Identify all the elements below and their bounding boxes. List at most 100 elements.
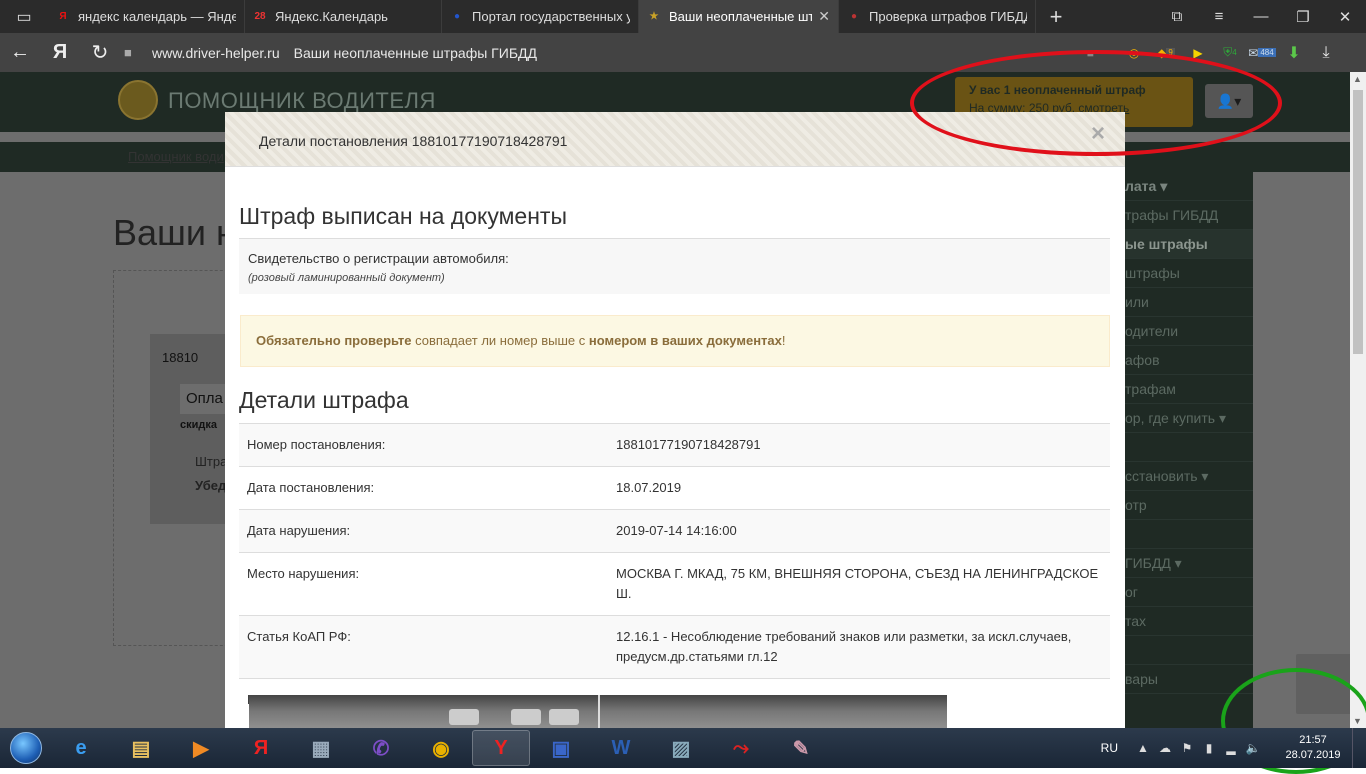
tray-cloud-icon[interactable]: ☁	[1154, 741, 1176, 755]
taskbar-app-save-disk-icon[interactable]: ▣	[532, 730, 590, 766]
taskbar-app-viber-icon[interactable]: ✆	[352, 730, 410, 766]
recaptcha-badge[interactable]	[1296, 654, 1350, 714]
page-title: Ваши н	[113, 212, 236, 253]
detail-value: 2019-07-14 14:16:00	[608, 509, 1110, 553]
side-menu-item[interactable]	[1125, 636, 1253, 665]
windows-taskbar: e ▤ ▶ Я ▦ ✆ ◉ Y ▣ W ▨ ⤳ ✎ RU ▲ ☁ ⚑ ▮ ▂ 🔈 21:57 28.07…	[0, 728, 1366, 768]
close-tab-icon[interactable]: ✕	[812, 8, 830, 25]
tab-favicon-icon: 28	[254, 11, 266, 22]
browser-tab[interactable]: ● Проверка штрафов ГИБДД	[839, 0, 1036, 33]
extension-download-arrow-icon[interactable]: ⬇	[1278, 42, 1310, 64]
language-indicator[interactable]: RU	[1101, 741, 1118, 755]
user-menu-button[interactable]: 👤▾	[1205, 84, 1253, 118]
downloads-icon[interactable]: ⤓	[1310, 42, 1342, 64]
side-menu-item[interactable]: штрафы	[1125, 259, 1253, 288]
extension-target-icon[interactable]: ◎	[1118, 42, 1150, 64]
breadcrumb[interactable]: Помощник води	[128, 149, 224, 164]
yandex-home-icon[interactable]: Я	[40, 33, 80, 72]
taskbar-app-photo-viewer-icon[interactable]: ▨	[652, 730, 710, 766]
taskbar-app-media-player-icon[interactable]: ▶	[172, 730, 230, 766]
volume-icon[interactable]: 🔈	[1242, 741, 1264, 755]
tabs-overview-icon[interactable]: ⧉	[1156, 8, 1198, 25]
tab-title: Яндекс.Календарь	[275, 9, 388, 24]
bookmark-icon[interactable]: ■	[1087, 46, 1094, 60]
document-row: Свидетельство о регистрации автомобиля: …	[239, 238, 1110, 294]
browser-tab[interactable]: Яяндекс календарь — Яндекс	[48, 0, 245, 33]
extension-badge-icon[interactable]: ◆ 9	[1150, 42, 1182, 64]
browser-tab[interactable]: ● Портал государственных у	[442, 0, 639, 33]
side-menu-item[interactable]: тах	[1125, 607, 1253, 636]
scroll-up-icon[interactable]: ▲	[1353, 74, 1362, 84]
warning-bold-1: Обязательно проверьте	[256, 333, 412, 348]
fine-card: 18810 Опла скидка Штра Убед	[150, 334, 240, 524]
new-tab-button[interactable]: +	[1036, 4, 1076, 30]
side-menu-item[interactable]: ор, где купить ▾	[1125, 404, 1253, 433]
system-tray: RU ▲ ☁ ⚑ ▮ ▂ 🔈 21:57 28.07.2019	[1101, 728, 1366, 768]
tab-title: Проверка штрафов ГИБДД	[869, 9, 1027, 24]
taskbar-app-chrome-icon[interactable]: ◉	[412, 730, 470, 766]
side-menu-item[interactable]: отр	[1125, 491, 1253, 520]
taskbar-app-paint-icon[interactable]: ✎	[772, 730, 830, 766]
page-scrollbar[interactable]: ▲ ▼	[1350, 72, 1366, 728]
tab-title: Портал государственных у	[472, 9, 630, 24]
side-menu-item[interactable]: афов	[1125, 346, 1253, 375]
tab-favicon-icon: Я	[59, 11, 67, 22]
taskbar-app-word-icon[interactable]: W	[592, 730, 650, 766]
document-sublabel: (розовый ламинированный документ)	[248, 272, 445, 284]
side-menu-item[interactable]: трафам	[1125, 375, 1253, 404]
warning-bold-2: номером в ваших документах	[588, 333, 782, 348]
site-name: ПОМОЩНИК ВОДИТЕЛЯ	[168, 88, 436, 113]
side-menu-item[interactable]: сстановить ▾	[1125, 462, 1253, 491]
taskbar-app-pdf-reader-icon[interactable]: ⤳	[712, 730, 770, 766]
side-menu-item[interactable]: ые штрафы	[1125, 230, 1253, 259]
side-menu-item[interactable]: или	[1125, 288, 1253, 317]
clock[interactable]: 21:57 28.07.2019	[1274, 733, 1352, 763]
minimize-button[interactable]: —	[1240, 8, 1282, 25]
fine-details-table: Номер постановления: 18810177190718428791…	[239, 423, 1110, 721]
power-icon[interactable]: ▮	[1198, 741, 1220, 755]
taskbar-app-calculator-icon[interactable]: ▦	[292, 730, 350, 766]
side-menu-item[interactable]: лата ▾	[1125, 172, 1253, 201]
tray-expand-icon[interactable]: ▲	[1132, 741, 1154, 755]
close-icon[interactable]: ×	[1091, 120, 1105, 148]
taskbar-app-ie-icon[interactable]: e	[52, 730, 110, 766]
back-button[interactable]: ←	[0, 33, 40, 72]
scroll-down-icon[interactable]: ▼	[1353, 716, 1362, 726]
reload-button[interactable]: ↻	[80, 33, 120, 72]
side-menu-item[interactable]: одители	[1125, 317, 1253, 346]
user-icon: 👤▾	[1216, 92, 1242, 109]
lock-icon[interactable]: ■	[124, 45, 140, 61]
taskbar-app-yandex-browser-old-icon[interactable]: Я	[232, 730, 290, 766]
action-center-flag-icon[interactable]: ⚑	[1176, 741, 1198, 755]
side-menu-item[interactable]	[1125, 520, 1253, 549]
side-menu-item[interactable]: ог	[1125, 578, 1253, 607]
side-menu-item[interactable]	[1125, 433, 1253, 462]
extension-mail-icon[interactable]: ✉ 484	[1246, 42, 1278, 64]
extension-bookmark-icon[interactable]: ▶	[1182, 42, 1214, 64]
photo-car	[511, 709, 541, 725]
side-menu-item[interactable]: ГИБДД ▾	[1125, 549, 1253, 578]
maximize-button[interactable]: ❐	[1282, 8, 1324, 26]
fine-card-id[interactable]: 18810	[162, 350, 198, 365]
side-menu-item[interactable]: вары	[1125, 665, 1253, 694]
start-button[interactable]	[0, 728, 52, 768]
taskbar-app-explorer-icon[interactable]: ▤	[112, 730, 170, 766]
detail-row: Номер постановления: 18810177190718428791	[239, 423, 1110, 467]
browser-tab[interactable]: ★ Ваши неоплаченные шт ✕	[639, 0, 839, 33]
sidebar-toggle-icon[interactable]: ▭	[0, 0, 48, 33]
browser-menu-icon[interactable]: ≡	[1198, 8, 1240, 25]
violation-photo[interactable]	[249, 695, 947, 728]
extension-shield-icon[interactable]: ⛨ 4	[1214, 42, 1246, 64]
verify-warning: Обязательно проверьте совпадает ли номер…	[240, 315, 1110, 367]
browser-tab[interactable]: 28 Яндекс.Календарь	[245, 0, 442, 33]
detail-label: Номер постановления:	[239, 423, 608, 467]
show-desktop-button[interactable]	[1352, 728, 1366, 768]
taskbar-app-yandex-icon[interactable]: Y	[472, 730, 530, 766]
side-menu-item[interactable]: трафы ГИБДД	[1125, 201, 1253, 230]
scrollbar-thumb[interactable]	[1353, 90, 1363, 354]
detail-row: Место нарушения: МОСКВА Г. МКАД, 75 КМ, В…	[239, 552, 1110, 616]
modal-header: Детали постановления 1881017719071842879…	[225, 112, 1125, 167]
url-field[interactable]: ■ www.driver-helper.ru Ваши неоплаченные…	[124, 38, 1094, 68]
close-window-button[interactable]: ✕	[1324, 8, 1366, 26]
network-icon[interactable]: ▂	[1220, 741, 1242, 755]
